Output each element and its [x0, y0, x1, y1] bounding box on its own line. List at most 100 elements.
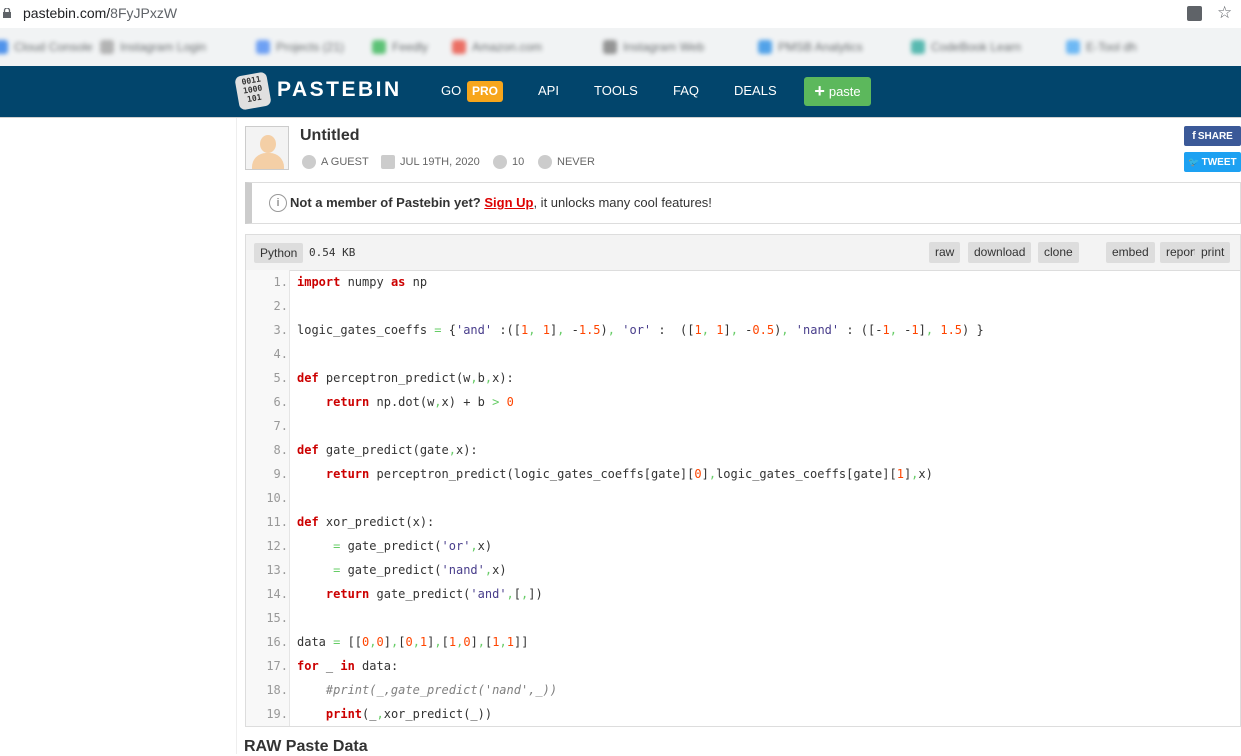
bookmark-label: Instagram Login — [120, 40, 207, 54]
url-host: pastebin.com/ — [23, 5, 111, 21]
line-number: 13. — [266, 563, 288, 577]
share-label: SHARE — [1197, 130, 1233, 142]
meta-date: JUL 19TH, 2020 — [381, 155, 480, 169]
nav-go[interactable]: GO — [441, 83, 461, 98]
bookmark-favicon-icon — [372, 40, 386, 54]
bookmark-label: Projects (21) — [276, 40, 345, 54]
bookmark-item[interactable]: PMSB Analytics — [758, 39, 863, 55]
clone-button[interactable]: clone — [1038, 242, 1079, 263]
signup-link[interactable]: Sign Up — [484, 195, 533, 210]
line-number: 6. — [273, 395, 288, 409]
bookmark-label: Feedly — [392, 40, 429, 54]
bookmark-favicon-icon — [100, 40, 114, 54]
view-count: 10 — [512, 156, 525, 168]
line-number: 11. — [266, 515, 288, 529]
signup-notice: i Not a member of Pastebin yet? Sign Up,… — [245, 182, 1241, 224]
bookmark-item[interactable]: Instagram Web — [603, 39, 704, 55]
nav-api[interactable]: API — [538, 83, 559, 98]
code-line[interactable]: return gate_predict('and',[,]) — [297, 582, 543, 606]
meta-views: 10 — [493, 155, 524, 169]
timer-icon — [538, 155, 552, 169]
line-number: 12. — [266, 539, 288, 553]
bookmark-favicon-icon — [0, 40, 8, 54]
paste-date: JUL 19TH, 2020 — [400, 156, 480, 168]
url-path: 8FyJPxzW — [110, 5, 178, 21]
tweet-label: TWEET — [1201, 156, 1237, 168]
bookmark-item[interactable]: Feedly — [372, 39, 428, 55]
bookmark-favicon-icon — [256, 40, 270, 54]
raw-button[interactable]: raw — [929, 242, 961, 263]
header-divider — [0, 117, 1241, 118]
code-line[interactable]: import numpy as np — [297, 270, 427, 294]
pastebin-logo-icon[interactable]: 0011 1000 101 — [234, 71, 272, 111]
code-line[interactable]: logic_gates_coeffs = {'and' :([1, 1], -1… — [297, 318, 984, 342]
paste-button-label: paste — [828, 84, 861, 99]
bookmark-label: Instagram Web — [623, 40, 705, 54]
plus-icon: + — [814, 81, 825, 101]
bookmark-item[interactable]: Amazon.com — [452, 39, 542, 55]
bookmark-item[interactable]: CodeBook Learn — [911, 39, 1021, 55]
info-icon: i — [269, 194, 287, 212]
code-line[interactable]: #print(_,gate_predict('nand',_)) — [297, 678, 557, 702]
line-number: 9. — [273, 467, 288, 481]
line-number: 15. — [266, 611, 288, 625]
paste-title: Untitled — [300, 127, 360, 144]
nav-deals[interactable]: DEALS — [734, 83, 777, 98]
code-line[interactable]: data = [[0,0],[0,1],[1,0],[1,1]] — [297, 630, 528, 654]
line-number: 2. — [273, 299, 288, 313]
nav-tools[interactable]: TOOLS — [594, 83, 638, 98]
meta-expiry: NEVER — [538, 155, 595, 169]
line-number: 4. — [273, 347, 288, 361]
logo-text[interactable]: PASTEBIN — [277, 78, 402, 102]
line-number: 7. — [273, 419, 288, 433]
bookmark-label: PMSB Analytics — [778, 40, 863, 54]
new-paste-button[interactable]: + paste — [804, 77, 871, 106]
author-name: A GUEST — [321, 156, 369, 168]
bookmark-label: Amazon.com — [472, 40, 543, 54]
left-empty-pane — [0, 118, 237, 754]
paste-size: 0.54 KB — [309, 246, 356, 259]
url-text[interactable]: pastebin.com/8FyJPxzW — [23, 5, 177, 21]
code-line[interactable]: = gate_predict('nand',x) — [297, 558, 506, 582]
code-line[interactable]: return perceptron_predict(logic_gates_co… — [297, 462, 933, 486]
translate-icon[interactable] — [1187, 6, 1202, 21]
bookmark-label: E-Tool dh — [1086, 40, 1137, 54]
notice-text: Not a member of Pastebin yet? Sign Up, i… — [290, 195, 712, 210]
bookmark-item[interactable]: Cloud Console — [0, 39, 93, 55]
bookmark-item[interactable]: E-Tool dh — [1066, 39, 1137, 55]
code-line[interactable]: = gate_predict('or',x) — [297, 534, 492, 558]
embed-button[interactable]: embed — [1106, 242, 1155, 263]
line-number: 1. — [273, 275, 288, 289]
address-bar[interactable]: pastebin.com/8FyJPxzW ☆ — [0, 0, 1241, 28]
share-button[interactable]: f SHARE — [1184, 126, 1241, 146]
bookmark-favicon-icon — [911, 40, 925, 54]
code-toolbar: Python 0.54 KB raw download clone embed … — [246, 235, 1240, 271]
code-line[interactable]: def xor_predict(x): — [297, 510, 434, 534]
language-badge[interactable]: Python — [254, 243, 304, 263]
bookmark-star-icon[interactable]: ☆ — [1217, 3, 1232, 23]
user-icon — [302, 155, 316, 169]
code-line[interactable]: def perceptron_predict(w,b,x): — [297, 366, 514, 390]
code-line[interactable]: print(_,xor_predict(_)) — [297, 702, 492, 726]
meta-author[interactable]: A GUEST — [302, 155, 369, 169]
calendar-icon — [381, 155, 395, 169]
bookmark-label: Cloud Console — [14, 40, 93, 54]
bookmark-item[interactable]: Projects (21) — [256, 39, 344, 55]
print-button[interactable]: print — [1195, 242, 1231, 263]
code-line[interactable]: for _ in data: — [297, 654, 398, 678]
bookmark-item[interactable]: Instagram Login — [100, 39, 206, 55]
tweet-button[interactable]: 🐦 TWEET — [1184, 152, 1241, 172]
avatar — [245, 126, 289, 170]
code-line[interactable]: return np.dot(w,x) + b > 0 — [297, 390, 514, 414]
lock-icon — [3, 8, 11, 18]
bookmark-label: CodeBook Learn — [931, 40, 1022, 54]
pro-badge[interactable]: PRO — [467, 81, 503, 102]
line-number: 5. — [273, 371, 288, 385]
code-line[interactable]: def gate_predict(gate,x): — [297, 438, 478, 462]
download-button[interactable]: download — [968, 242, 1032, 263]
notice-rest: , it unlocks many cool features! — [533, 195, 712, 210]
nav-faq[interactable]: FAQ — [673, 83, 699, 98]
site-header: 0011 1000 101 PASTEBIN GO API TOOLS FAQ … — [0, 66, 1241, 117]
twitter-icon: 🐦 — [1188, 156, 1200, 167]
bookmark-favicon-icon — [1066, 40, 1080, 54]
